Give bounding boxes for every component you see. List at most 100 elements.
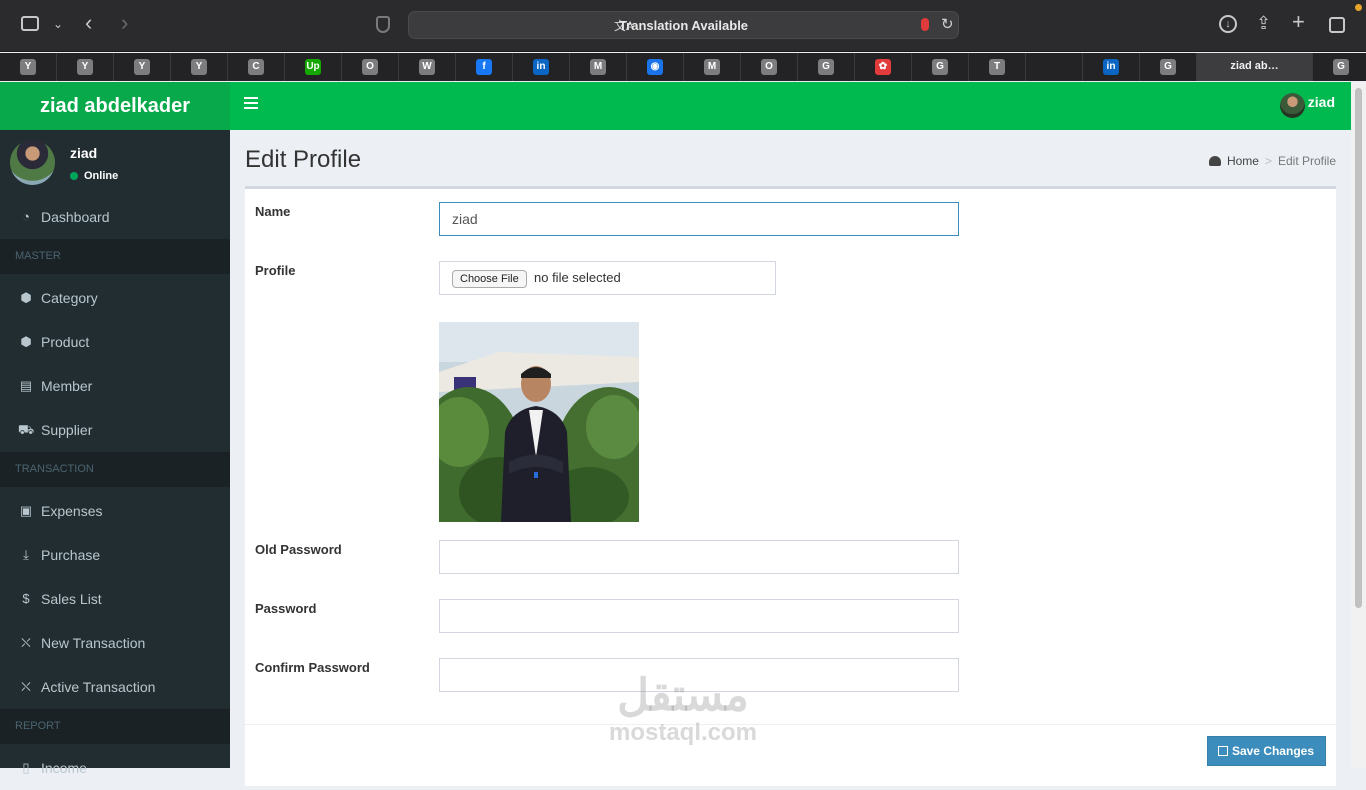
active-tab-title: ziad ab…	[1230, 60, 1279, 72]
sidebar-item-sales-list[interactable]: $ Sales List	[0, 577, 230, 621]
dashboard-icon: ◔	[22, 209, 30, 224]
user-panel: ziad Online	[0, 130, 230, 195]
tab-favicon-icon: ✿	[875, 59, 891, 75]
browser-toolbar: ⌄ ‹ › 文A Translation Available ↻ ↓ ⇪ +	[0, 0, 1366, 52]
password-field[interactable]	[439, 599, 959, 633]
tab-favicon-icon: Y	[134, 59, 150, 75]
tab-favicon-icon: C	[248, 59, 264, 75]
sidebar-item-dashboard[interactable]: ◔ Dashboard	[0, 195, 230, 239]
notification-dot	[1355, 4, 1362, 11]
choose-file-button[interactable]: Choose File	[452, 270, 527, 288]
share-icon[interactable]: ⇪	[1256, 13, 1271, 33]
tab-favicon-icon: in	[533, 59, 549, 75]
sidebar-item-member[interactable]: ▤ Member	[0, 364, 230, 408]
browser-tab[interactable]: G	[1313, 53, 1366, 81]
tab-strip: Y Y Y Y C Up O Wf in M ◉ M O G ✿ G Tin Gziad ab… G	[0, 53, 1366, 81]
sidebar-item-income[interactable]: ▯ Income	[0, 746, 230, 790]
browser-tab[interactable]: G	[798, 53, 855, 81]
browser-tab[interactable]: M	[570, 53, 627, 81]
scroll-thumb[interactable]	[1355, 88, 1362, 608]
back-icon[interactable]: ‹	[85, 12, 92, 34]
profile-label: Profile	[255, 263, 296, 278]
browser-tab[interactable]: in	[1083, 53, 1140, 81]
name-field[interactable]	[439, 202, 959, 236]
tab-overview-icon[interactable]	[1329, 17, 1345, 33]
reload-icon[interactable]: ↻	[941, 15, 954, 33]
forward-icon[interactable]: ›	[121, 12, 128, 34]
sidebar-item-label: Active Transaction	[41, 679, 156, 695]
old-password-field[interactable]	[439, 540, 959, 574]
sidebar-item-new-transaction[interactable]: ⛌ New Transaction	[0, 621, 230, 665]
tab-favicon-icon: W	[419, 59, 435, 75]
sidebar-item-label: Sales List	[41, 591, 102, 607]
browser-tab[interactable]: G	[912, 53, 969, 81]
sidebar-user-name: ziad	[70, 145, 98, 161]
menu-toggle-icon[interactable]	[244, 97, 258, 112]
profile-photo	[439, 322, 639, 522]
browser-tab[interactable]: O	[342, 53, 399, 81]
dollar-icon: $	[22, 591, 30, 606]
browser-tab[interactable]: Y	[57, 53, 114, 81]
avatar	[10, 140, 55, 185]
tab-favicon-icon: Y	[191, 59, 207, 75]
watermark: مستقل mostaql.com	[598, 672, 768, 746]
sidebar-item-category[interactable]: ⬢ Category	[0, 276, 230, 320]
page-scrollbar[interactable]	[1351, 82, 1366, 768]
downloads-icon[interactable]: ↓	[1219, 15, 1237, 33]
password-label: Password	[255, 601, 317, 616]
microphone-icon[interactable]	[921, 18, 929, 31]
breadcrumb-home[interactable]: Home	[1227, 154, 1259, 168]
browser-tab[interactable]: Up	[285, 53, 342, 81]
chevron-down-icon[interactable]: ⌄	[53, 14, 63, 34]
browser-tab[interactable]: Y	[0, 53, 57, 81]
profile-file-input[interactable]: Choose File no file selected	[439, 261, 776, 295]
browser-tab[interactable]: ✿	[855, 53, 912, 81]
privacy-shield-icon[interactable]	[376, 16, 390, 33]
sidebar-item-active-transaction[interactable]: ⛌ Active Transaction	[0, 665, 230, 709]
nav-user-name[interactable]: ziad	[1308, 94, 1335, 110]
save-button[interactable]: Save Changes	[1206, 736, 1326, 766]
browser-tab[interactable]: C	[228, 53, 285, 81]
old-password-label: Old Password	[255, 542, 342, 557]
brand-logo[interactable]: ziad abdelkader	[0, 82, 230, 130]
browser-tab[interactable]: T	[969, 53, 1026, 81]
breadcrumb: Home > Edit Profile	[1208, 154, 1336, 168]
address-bar[interactable]: 文A Translation Available ↻	[408, 11, 959, 39]
tab-favicon-icon: Y	[20, 59, 36, 75]
tab-favicon-icon: M	[590, 59, 606, 75]
browser-tab[interactable]: f	[456, 53, 513, 81]
tab-favicon-icon: Y	[77, 59, 93, 75]
browser-tab[interactable]: W	[399, 53, 456, 81]
browser-tab[interactable]: Y	[171, 53, 228, 81]
browser-tab[interactable]	[1026, 53, 1083, 81]
browser-tab[interactable]: M	[684, 53, 741, 81]
browser-tab[interactable]: Y	[114, 53, 171, 81]
tab-favicon-icon: O	[362, 59, 378, 75]
tab-favicon-icon: G	[1160, 59, 1176, 75]
browser-tab[interactable]: O	[741, 53, 798, 81]
sidebar-item-supplier[interactable]: ⛟ Supplier	[0, 408, 230, 452]
sidebar-header-master: MASTER	[0, 239, 230, 274]
id-card-icon: ▤	[19, 378, 33, 393]
sidebar-item-purchase[interactable]: ⤓ Purchase	[0, 533, 230, 577]
watermark-arabic: مستقل	[617, 671, 749, 720]
sidebar-item-product[interactable]: ⬢ Product	[0, 320, 230, 364]
edit-profile-form: Name Profile Choose File no file selecte…	[245, 186, 1336, 786]
sidebar-toggle-icon[interactable]	[21, 16, 39, 31]
browser-tab[interactable]: in	[513, 53, 570, 81]
browser-tab[interactable]: ◉	[627, 53, 684, 81]
sidebar-header-report: REPORT	[0, 709, 230, 744]
browser-tab[interactable]: G	[1140, 53, 1197, 81]
file-status-text: no file selected	[534, 270, 621, 285]
status-badge: Online	[70, 170, 118, 182]
status-text: Online	[84, 170, 119, 182]
form-footer: Save Changes	[245, 724, 1336, 784]
new-tab-icon[interactable]: +	[1292, 11, 1305, 33]
sidebar-item-label: Income	[41, 760, 87, 776]
sidebar-item-label: Member	[41, 378, 93, 394]
browser-tab[interactable]: ziad ab…	[1197, 53, 1313, 81]
tab-favicon-icon: O	[761, 59, 777, 75]
avatar[interactable]	[1280, 93, 1305, 118]
sidebar-item-label: Category	[41, 290, 98, 306]
sidebar-item-expenses[interactable]: ▣ Expenses	[0, 489, 230, 533]
